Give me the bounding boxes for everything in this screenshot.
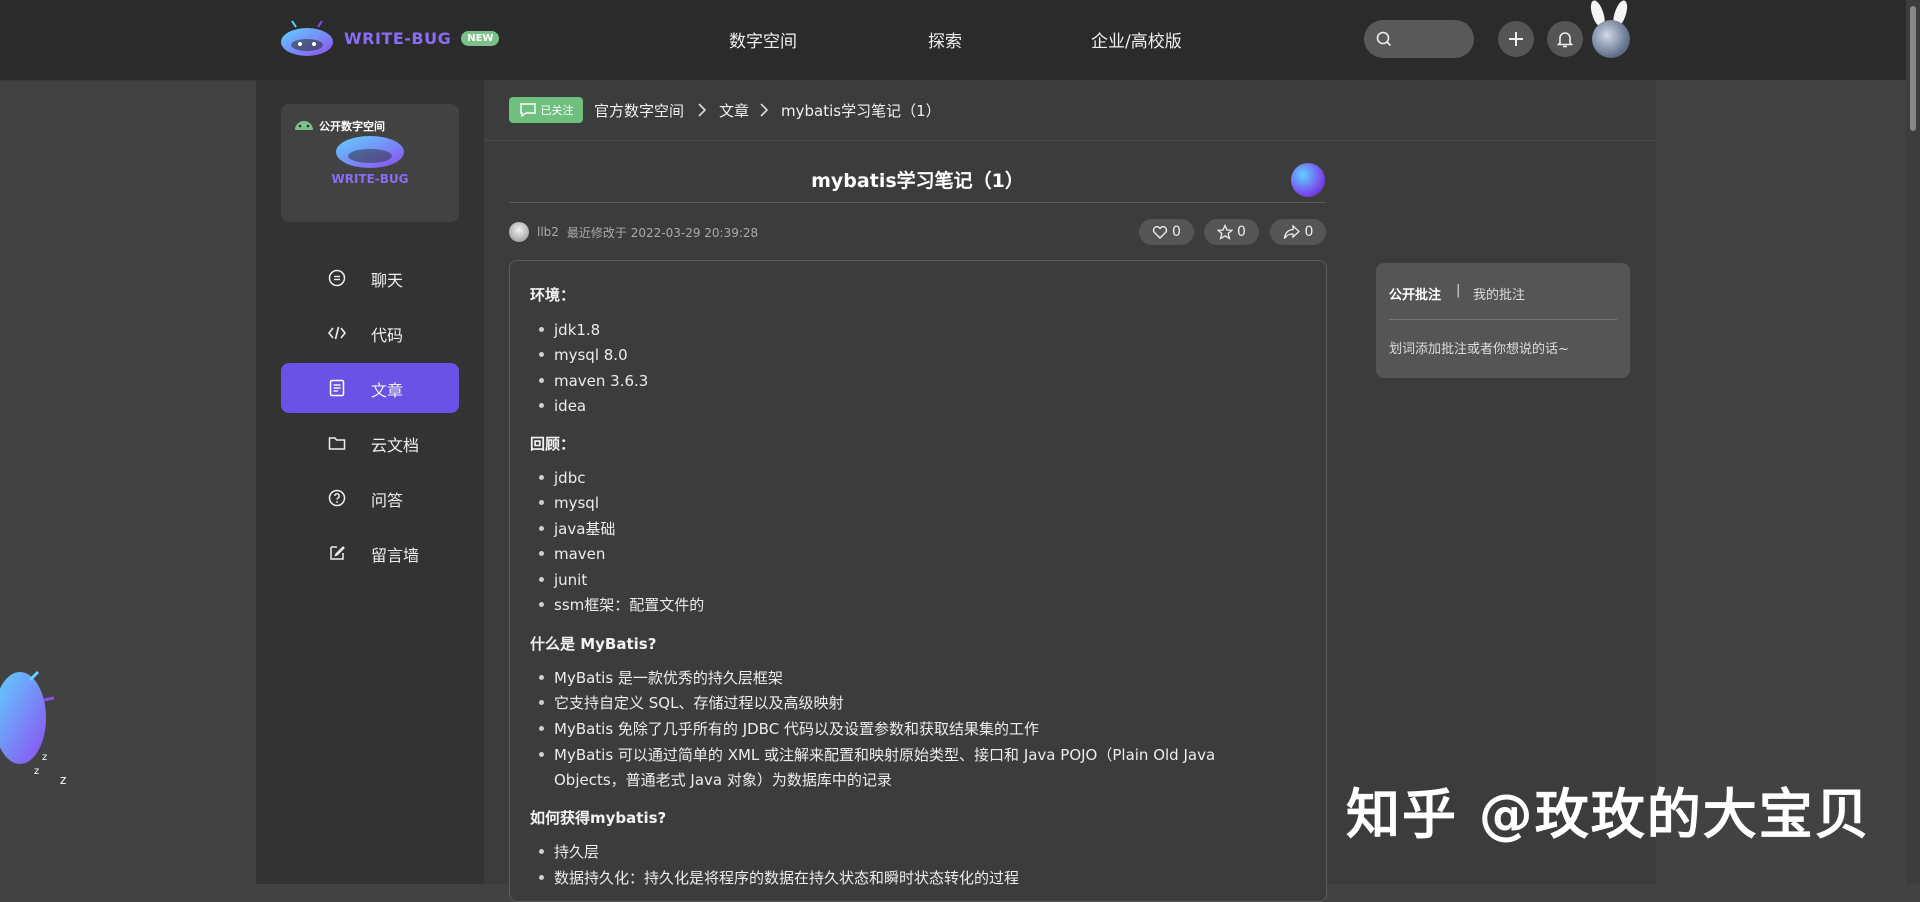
- edit-icon: [330, 546, 345, 560]
- title-divider: [509, 202, 1326, 203]
- list-item: MyBatis 可以通过简单的 XML 或注解来配置和映射原始类型、接口和 Ja…: [538, 742, 1215, 768]
- list-item: jdbc: [538, 465, 585, 491]
- breadcrumb-articles[interactable]: 文章: [719, 100, 749, 121]
- watermark-text: 知乎 @玫玫的大宝贝: [1346, 783, 1871, 846]
- share-count: 0: [1304, 224, 1314, 240]
- page-background-right: [1656, 80, 1920, 884]
- section-heading: 回顾：: [530, 435, 576, 453]
- annotation-divider: [1389, 319, 1617, 320]
- user-avatar[interactable]: [1592, 20, 1630, 58]
- list-item: idea: [538, 393, 586, 419]
- chevron-right-icon: [698, 103, 707, 117]
- tab-separator: |: [1456, 283, 1461, 298]
- create-button[interactable]: [1498, 21, 1534, 57]
- article-meta: llb2 最近修改于 2022-03-29 20:39:28: [509, 222, 758, 242]
- star-icon: [1217, 224, 1234, 240]
- sidebar-item-message-wall[interactable]: 留言墙: [281, 528, 459, 578]
- annotation-placeholder[interactable]: 划词添加批注或者你想说的话~: [1389, 338, 1569, 357]
- list-item: MyBatis 是一款优秀的持久层框架: [539, 665, 783, 691]
- code-icon: [328, 326, 346, 340]
- star-button[interactable]: 0: [1204, 219, 1259, 245]
- list-item-continuation: Objects，普通老式 Java 对象）为数据库中的记录: [554, 771, 892, 789]
- search-icon: [1376, 31, 1392, 47]
- article-body: 环境： jdk1.8 mysql 8.0 maven 3.6.3 idea 回顾…: [509, 260, 1327, 902]
- brand-name: WRITE-BUG: [344, 28, 452, 48]
- android-icon: [295, 121, 313, 130]
- like-button[interactable]: 0: [1139, 219, 1194, 245]
- follow-button[interactable]: 已关注: [509, 97, 583, 123]
- floating-mascot-icon[interactable]: z z z: [0, 660, 80, 790]
- space-logo-text: WRITE-BUG: [331, 172, 409, 186]
- sleep-z: z: [42, 752, 47, 763]
- sidebar-item-chat[interactable]: 聊天: [281, 253, 459, 303]
- nav-explore[interactable]: 探索: [928, 27, 962, 52]
- search-input[interactable]: [1364, 20, 1474, 58]
- folder-icon: [328, 437, 346, 450]
- list-item: ssm框架：配置文件的: [538, 592, 704, 618]
- sidebar-item-label: 代码: [371, 326, 404, 345]
- sleep-z: z: [34, 766, 39, 777]
- list-item: maven 3.6.3: [538, 368, 648, 394]
- sidebar-item-label: 留言墙: [371, 546, 420, 565]
- article-title: mybatis学习笔记（1）: [811, 170, 1024, 192]
- bug-mascot-icon: [336, 136, 404, 168]
- sidebar-item-label: 文章: [371, 381, 404, 400]
- new-badge: NEW: [461, 30, 500, 46]
- heart-chat-icon: [519, 103, 536, 118]
- list-item: maven: [538, 541, 605, 567]
- section-heading: 环境：: [530, 286, 576, 304]
- sleep-z: z: [60, 773, 66, 787]
- share-icon: [1283, 224, 1300, 239]
- modified-time: 最近修改于 2022-03-29 20:39:28: [566, 225, 759, 240]
- plus-icon: [1509, 32, 1523, 46]
- list-item: MyBatis 免除了几乎所有的 JDBC 代码以及设置参数和获取结果集的工作: [539, 716, 1039, 742]
- sidebar-item-label: 聊天: [371, 271, 404, 290]
- tab-public-annotations[interactable]: 公开批注: [1389, 284, 1441, 303]
- sidebar-item-qa[interactable]: 问答: [281, 473, 459, 523]
- author-name[interactable]: llb2: [537, 225, 559, 239]
- list-item: 持久层: [538, 839, 599, 865]
- list-item: mysql: [539, 490, 599, 516]
- bug-mascot-icon: [281, 20, 333, 56]
- brand-logo[interactable]: WRITE-BUG NEW: [280, 19, 500, 57]
- list-item: jdk1.8: [538, 317, 600, 343]
- heart-icon: [1152, 226, 1168, 239]
- scrollbar[interactable]: [1906, 0, 1920, 884]
- chat-icon: [328, 269, 346, 287]
- sidebar-item-cloud-docs[interactable]: 云文档: [281, 418, 459, 468]
- sidebar-item-article[interactable]: 文章: [281, 363, 459, 413]
- sidebar-item-code[interactable]: 代码: [281, 308, 459, 358]
- scrollbar-thumb[interactable]: [1910, 6, 1916, 131]
- space-brand-card[interactable]: 公开数字空间 WRITE-BUG: [281, 104, 459, 222]
- nav-digital-space[interactable]: 数字空间: [729, 27, 797, 52]
- annotation-panel: 公开批注 | 我的批注 划词添加批注或者你想说的话~: [1376, 263, 1630, 378]
- section-heading: 如何获得mybatis?: [530, 809, 667, 827]
- list-item: junit: [538, 567, 587, 593]
- chevron-right-icon: [760, 103, 769, 117]
- share-button[interactable]: 0: [1270, 219, 1326, 245]
- breadcrumb-space[interactable]: 官方数字空间: [594, 100, 684, 121]
- tab-my-annotations[interactable]: 我的批注: [1473, 284, 1525, 303]
- section-heading: 什么是 MyBatis?: [530, 635, 657, 653]
- list-item: mysql 8.0: [539, 342, 628, 368]
- follow-label: 已关注: [540, 104, 574, 117]
- top-navbar: WRITE-BUG NEW 数字空间 探索 企业/高校版: [0, 0, 1920, 81]
- star-count: 0: [1237, 224, 1246, 240]
- nav-enterprise[interactable]: 企业/高校版: [1091, 27, 1182, 52]
- list-item: 它支持自定义 SQL、存储过程以及高级映射: [538, 690, 843, 716]
- bell-icon: [1557, 32, 1573, 48]
- article-icon: [329, 379, 345, 397]
- notifications-button[interactable]: [1547, 21, 1583, 57]
- sidebar-item-label: 云文档: [371, 436, 420, 455]
- sidebar-item-label: 问答: [371, 491, 404, 510]
- question-icon: [328, 489, 346, 507]
- list-item: 数据持久化：持久化是将程序的数据在持久状态和瞬时状态转化的过程: [538, 865, 1019, 891]
- breadcrumb-current: mybatis学习笔记（1）: [781, 102, 941, 120]
- author-avatar[interactable]: [509, 222, 529, 242]
- list-item: java基础: [538, 516, 615, 542]
- ai-orb-icon[interactable]: [1291, 163, 1325, 197]
- like-count: 0: [1172, 224, 1181, 240]
